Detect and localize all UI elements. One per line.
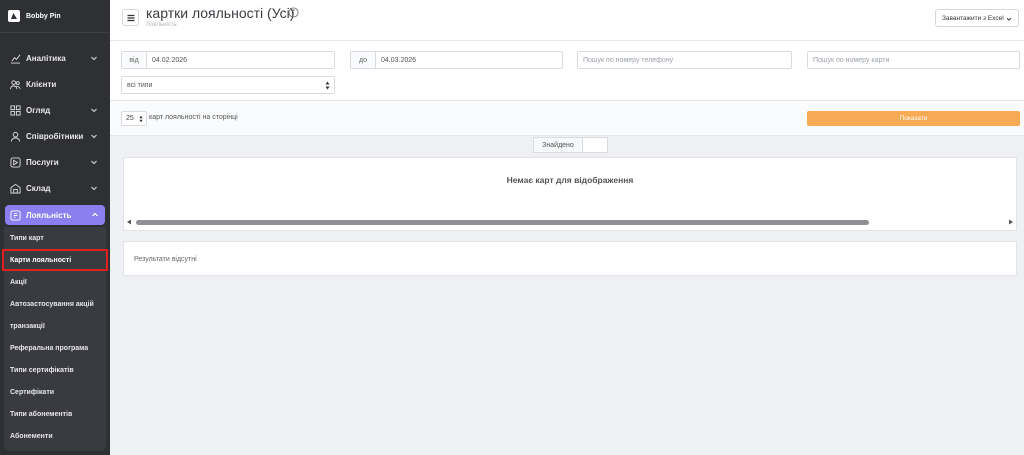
sidebar: Bobby Pin Аналітика Клієнти Огляд Співро… <box>0 0 110 455</box>
found-label: Знайдено <box>533 137 583 153</box>
loyalty-submenu: Типи карт Карти лояльності Акції Автозас… <box>2 227 108 451</box>
submenu-item-certificates[interactable]: Сертифікати <box>4 381 106 403</box>
submenu-item-certificate-types[interactable]: Типи сертифікатів <box>4 359 106 381</box>
sidebar-item-services[interactable]: Послуги <box>0 149 110 175</box>
sidebar-item-clients[interactable]: Клієнти <box>0 71 110 97</box>
sidebar-item-analytics[interactable]: Аналітика <box>0 45 110 71</box>
cards-table-panel: Немає карт для відображення <box>123 157 1017 231</box>
submenu-item-transactions[interactable]: транзакції <box>4 315 106 337</box>
per-page-label: карт лояльності на сторінці <box>149 114 238 121</box>
overview-icon <box>10 104 21 116</box>
page-header: картки лояльності (Усі) Лояльність Заван… <box>110 0 1024 41</box>
phone-search-field <box>577 51 792 69</box>
date-from-field: від <box>121 51 335 69</box>
chevron-down-icon <box>1006 17 1012 21</box>
chevron-down-icon <box>91 108 97 113</box>
sidebar-item-employees[interactable]: Співробітники <box>0 123 110 149</box>
sidebar-item-loyalty[interactable]: Лояльність <box>5 205 105 225</box>
submenu-item-auto-promotions[interactable]: Автозастосування акцій <box>4 293 106 315</box>
select-arrows-icon <box>325 81 330 90</box>
phone-search-input[interactable] <box>578 52 791 68</box>
sidebar-item-warehouse[interactable]: Склад <box>0 175 110 201</box>
export-excel-label: Завантажити з Excel <box>942 14 1004 22</box>
chevron-up-icon <box>92 212 98 217</box>
brand-name: Bobby Pin <box>26 12 61 20</box>
sidebar-nav: Аналітика Клієнти Огляд Співробітники По… <box>0 33 110 451</box>
date-to-label: до <box>351 52 376 68</box>
submenu-item-card-types[interactable]: Типи карт <box>4 227 106 249</box>
date-to-input[interactable] <box>376 52 562 68</box>
select-arrows-icon <box>139 115 143 123</box>
chevron-down-icon <box>91 186 97 191</box>
scrollbar-thumb[interactable] <box>136 220 869 225</box>
submenu-item-subscription-types[interactable]: Типи абонементів <box>4 403 106 425</box>
date-from-label: від <box>122 52 147 68</box>
show-button[interactable]: Показати <box>807 111 1020 126</box>
hamburger-icon <box>127 14 134 21</box>
breadcrumb[interactable]: Лояльність <box>146 22 177 28</box>
horizontal-scrollbar[interactable] <box>124 218 1016 226</box>
user-icon <box>10 131 21 142</box>
menu-toggle-button[interactable] <box>122 9 139 26</box>
filters-panel: від до всі типи <box>110 41 1024 101</box>
submenu-item-loyalty-cards[interactable]: Карти лояльності <box>2 249 108 271</box>
scroll-right-icon[interactable] <box>1008 219 1014 225</box>
sidebar-item-label: Лояльність <box>26 210 72 220</box>
scroll-left-icon[interactable] <box>126 219 132 225</box>
card-type-select[interactable]: всі типи <box>121 76 335 94</box>
card-search-input[interactable] <box>808 52 1019 68</box>
clients-icon <box>10 79 21 90</box>
found-count <box>582 137 608 153</box>
page-title: картки лояльності (Усі) <box>146 5 295 21</box>
date-from-input[interactable] <box>147 52 334 68</box>
sidebar-item-label: Клієнти <box>26 79 57 89</box>
sidebar-item-overview[interactable]: Огляд <box>0 97 110 123</box>
sidebar-item-label: Аналітика <box>26 53 66 63</box>
brand[interactable]: Bobby Pin <box>0 0 110 33</box>
sidebar-item-label: Послуги <box>26 157 59 167</box>
submenu-item-subscriptions[interactable]: Абонементи <box>4 425 106 447</box>
warehouse-icon <box>10 183 21 194</box>
info-icon[interactable] <box>288 7 299 18</box>
date-to-field: до <box>350 51 563 69</box>
sidebar-item-label: Співробітники <box>26 131 84 141</box>
services-icon <box>10 156 21 168</box>
chevron-down-icon <box>91 160 97 165</box>
brand-logo-icon <box>8 10 20 22</box>
pagination-bar: 25 карт лояльності на сторінці Показати <box>110 101 1024 136</box>
chevron-down-icon <box>91 134 97 139</box>
chevron-down-icon <box>91 56 97 61</box>
export-excel-button[interactable]: Завантажити з Excel <box>935 9 1019 27</box>
card-type-value: всі типи <box>127 81 153 89</box>
sidebar-item-label: Огляд <box>26 105 51 115</box>
submenu-item-referral[interactable]: Реферальна програма <box>4 337 106 359</box>
results-message: Результати відсутні <box>134 256 197 263</box>
submenu-item-promotions[interactable]: Акції <box>4 271 106 293</box>
per-page-value: 25 <box>126 115 134 122</box>
loyalty-icon <box>10 209 21 221</box>
results-panel: Результати відсутні <box>123 241 1017 276</box>
empty-table-message: Немає карт для відображення <box>506 175 634 185</box>
per-page-select[interactable]: 25 <box>121 111 147 126</box>
card-search-field <box>807 51 1020 69</box>
analytics-icon <box>10 53 21 64</box>
sidebar-item-label: Склад <box>26 183 51 193</box>
